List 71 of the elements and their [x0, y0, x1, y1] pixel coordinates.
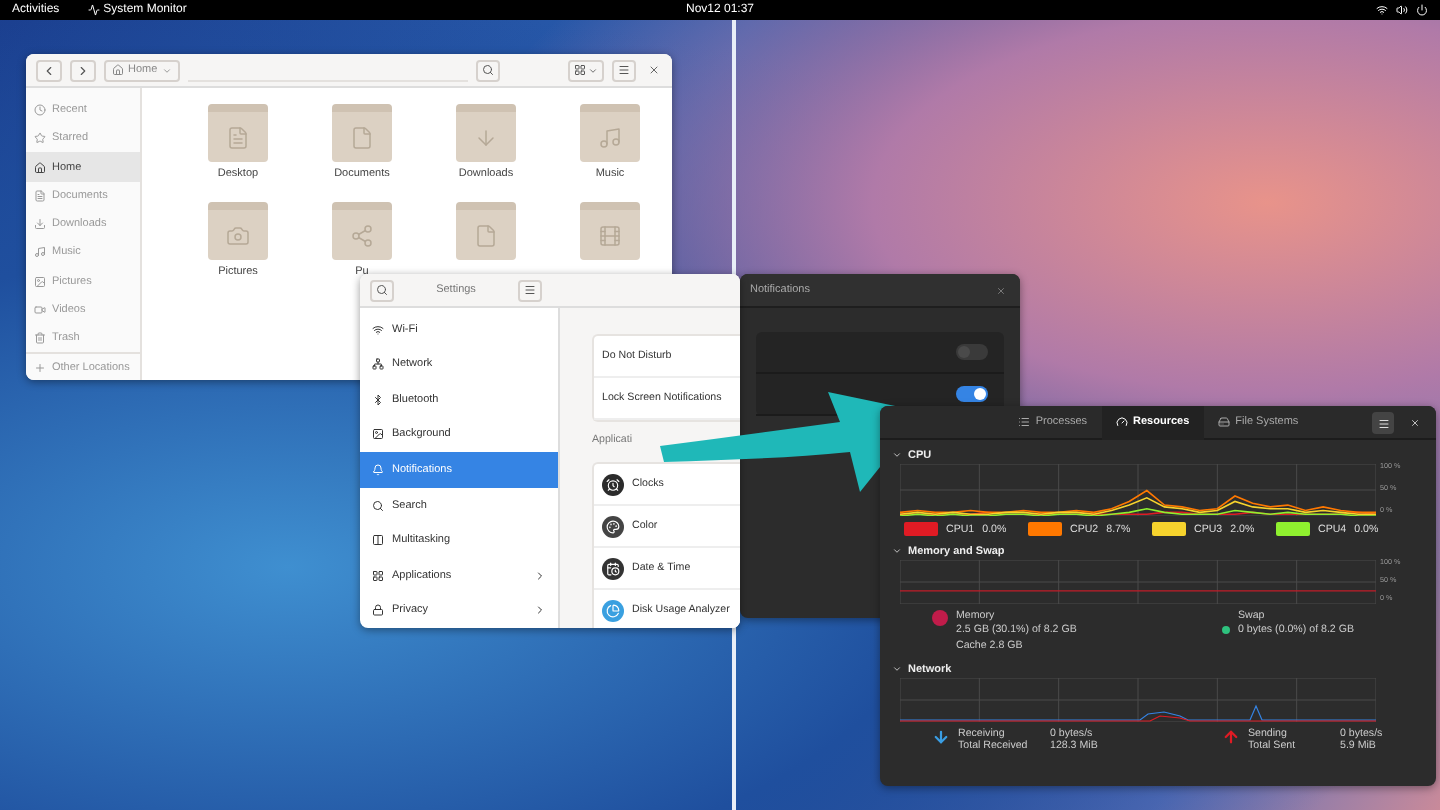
- menu-button[interactable]: [1372, 412, 1394, 434]
- pie-chart-icon: [606, 603, 620, 617]
- down-arrow-icon: [474, 125, 498, 149]
- share-icon: [350, 223, 374, 247]
- image-icon: [372, 428, 384, 441]
- file-icon: [474, 223, 498, 247]
- search-button[interactable]: [476, 59, 500, 81]
- pulse-icon: [87, 4, 100, 16]
- music-note-icon: [598, 125, 622, 149]
- memory-pie-icon: [932, 610, 948, 626]
- close-icon: [647, 64, 659, 76]
- chevron-left-icon: [42, 63, 56, 77]
- alarm-clock-icon: [606, 477, 620, 491]
- caret-icon: [161, 65, 172, 75]
- menu-button[interactable]: [518, 279, 542, 301]
- search-icon: [372, 499, 384, 512]
- network-icon: [372, 358, 384, 371]
- image-icon: [34, 275, 46, 288]
- document-icon: [226, 125, 250, 149]
- star-icon: [34, 132, 46, 145]
- color-swatch[interactable]: [1028, 522, 1062, 536]
- music-note-icon: [34, 246, 46, 259]
- gauge-icon: [1115, 416, 1128, 428]
- search-button[interactable]: [370, 279, 394, 301]
- bluetooth-icon: [372, 393, 384, 406]
- document-icon: [34, 189, 46, 202]
- home-icon: [34, 161, 46, 174]
- list-icon: [1017, 416, 1030, 428]
- grid-icon: [372, 569, 384, 582]
- search-icon: [376, 284, 388, 296]
- color-swatch[interactable]: [1152, 522, 1186, 536]
- download-icon: [34, 218, 46, 231]
- chevron-right-icon: [76, 63, 90, 77]
- forward-button[interactable]: [70, 59, 96, 81]
- drive-icon: [1217, 416, 1230, 428]
- view-button[interactable]: [568, 59, 604, 81]
- grid-icon: [574, 64, 586, 76]
- down-arrow-icon: [932, 728, 950, 747]
- toggle-switch[interactable]: [956, 386, 988, 402]
- menu-icon: [524, 284, 536, 296]
- menu-button[interactable]: [612, 59, 636, 81]
- trash-icon: [34, 331, 46, 344]
- back-button[interactable]: [36, 59, 62, 81]
- home-icon: [112, 64, 124, 76]
- lock-icon: [372, 604, 384, 617]
- search-icon: [482, 64, 494, 76]
- power-icon[interactable]: [1416, 4, 1428, 16]
- plus-icon: [34, 361, 46, 374]
- file-icon: [350, 125, 374, 149]
- up-arrow-icon: [1222, 728, 1240, 747]
- bell-icon: [372, 464, 384, 477]
- calendar-icon: [606, 561, 620, 575]
- volume-icon[interactable]: [1396, 4, 1408, 16]
- color-swatch[interactable]: [904, 522, 938, 536]
- caret-icon: [588, 65, 598, 75]
- expander-icon[interactable]: [892, 546, 902, 556]
- swap-pie-icon: [1222, 626, 1230, 634]
- video-camera-icon: [34, 303, 46, 316]
- expander-icon[interactable]: [892, 450, 902, 460]
- wifi-icon[interactable]: [1376, 4, 1388, 16]
- menu-icon: [618, 64, 630, 76]
- camera-icon: [226, 223, 250, 247]
- toggle-switch[interactable]: [956, 344, 988, 360]
- columns-icon: [372, 534, 384, 547]
- menu-icon: [1377, 417, 1389, 429]
- color-swatch[interactable]: [1276, 522, 1310, 536]
- wifi-icon: [372, 323, 384, 336]
- expander-icon[interactable]: [892, 664, 902, 675]
- clock-icon: [34, 104, 46, 117]
- palette-icon: [606, 519, 620, 533]
- film-icon: [598, 223, 622, 247]
